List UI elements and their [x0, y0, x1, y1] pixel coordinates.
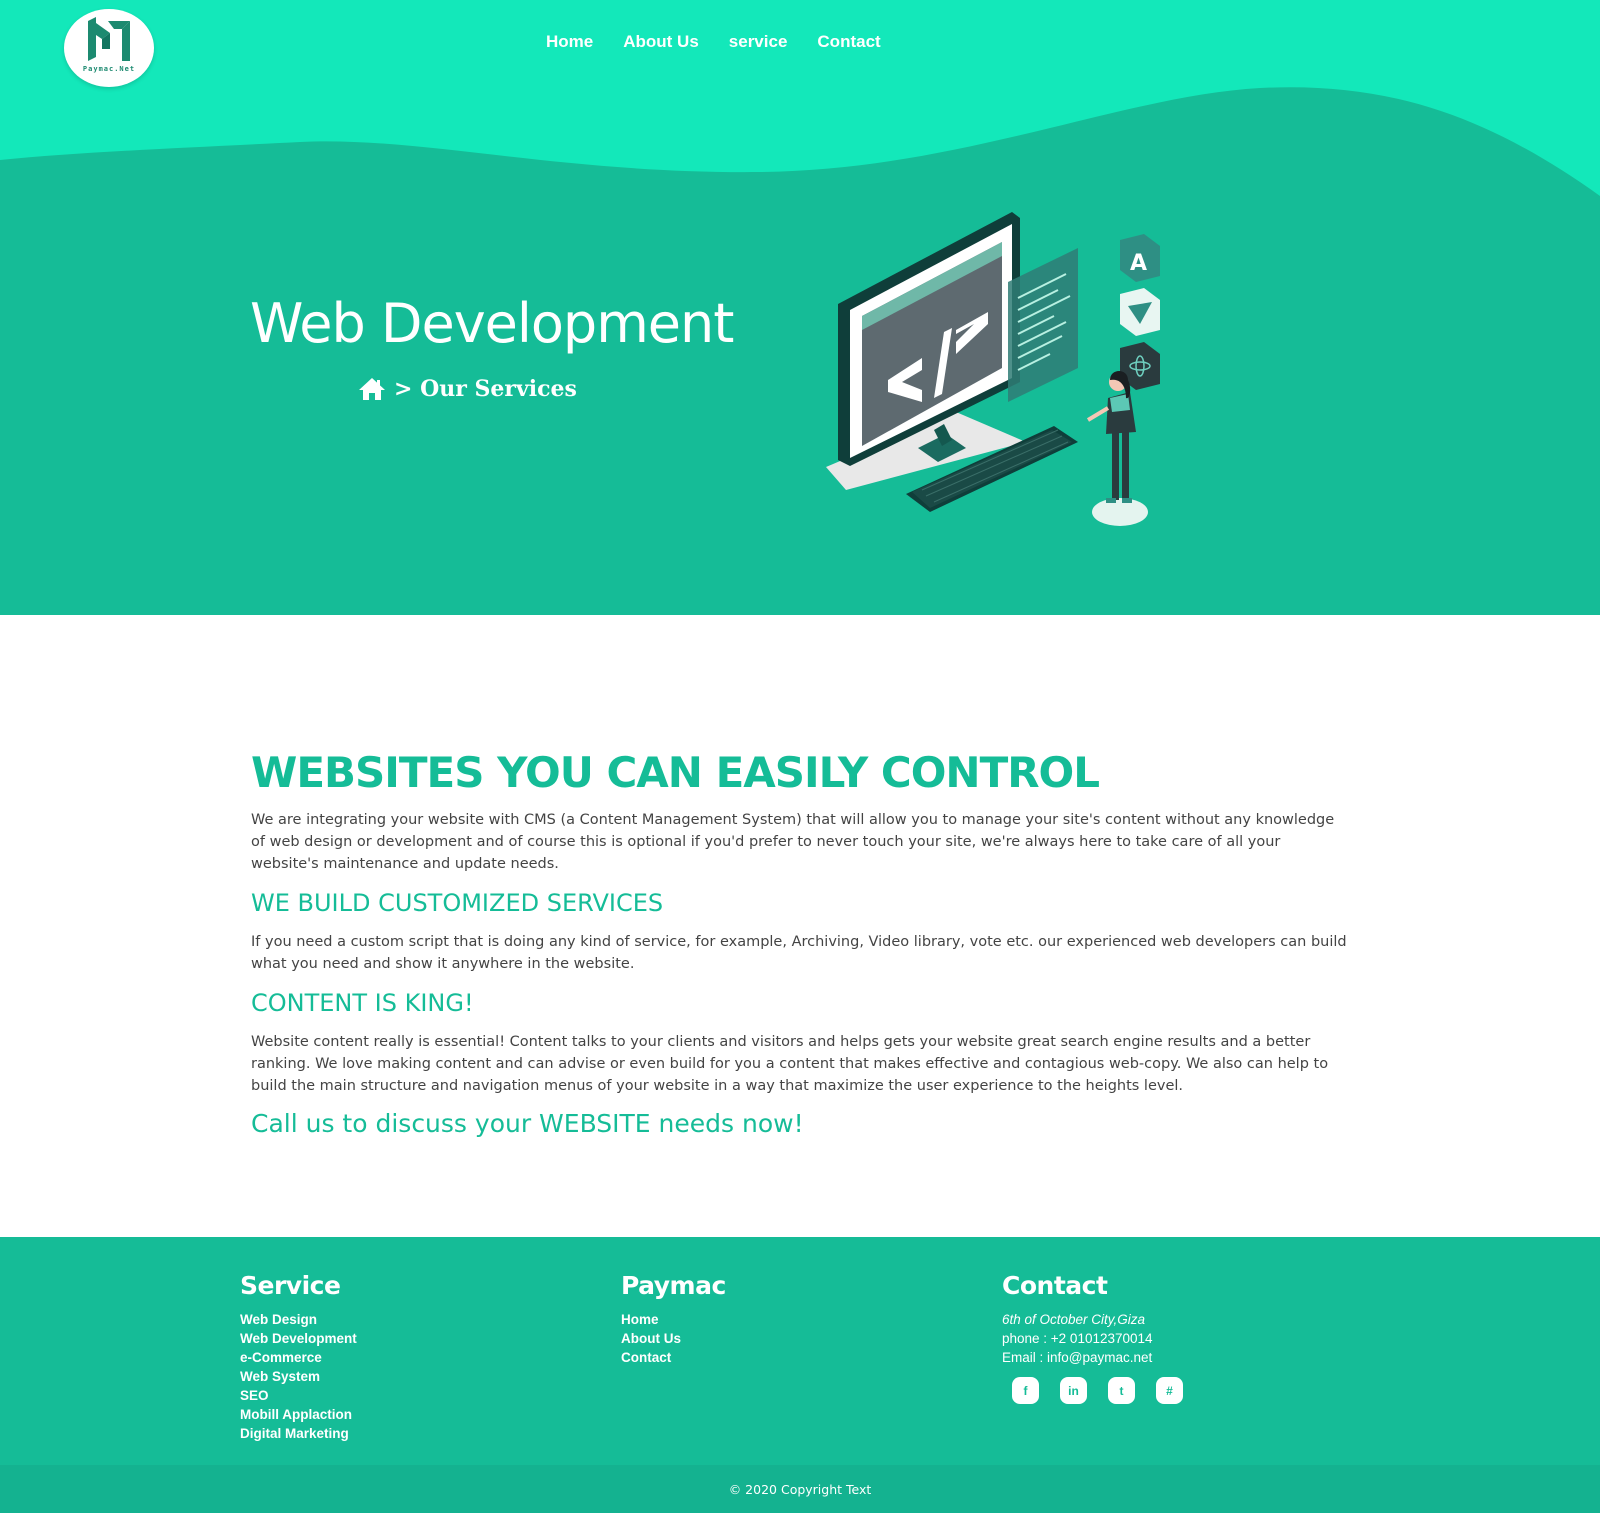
footer-link-seo[interactable]: SEO — [240, 1386, 357, 1405]
logo[interactable]: Paymac.Net — [64, 9, 154, 87]
svg-text:A: A — [1130, 251, 1147, 276]
home-icon[interactable] — [358, 377, 386, 401]
nav-home[interactable]: Home — [546, 32, 593, 52]
footer-paymac-title: Paymac — [621, 1271, 726, 1300]
footer-link-home[interactable]: Home — [621, 1310, 726, 1329]
section-title-customized-services: WE BUILD CUSTOMIZED SERVICES — [251, 889, 664, 917]
footer-link-e-commerce[interactable]: e-Commerce — [240, 1348, 357, 1367]
nav-about-us[interactable]: About Us — [623, 32, 699, 52]
footer: Service Web Design Web Development e-Com… — [0, 1237, 1600, 1465]
web-development-illustration: A — [826, 212, 1160, 526]
nav-contact[interactable]: Contact — [817, 32, 880, 52]
slack-icon[interactable]: # — [1156, 1377, 1183, 1404]
intro-paragraph: We are integrating your website with CMS… — [251, 812, 1335, 872]
twitter-icon[interactable]: t — [1108, 1377, 1135, 1404]
footer-link-web-design[interactable]: Web Design — [240, 1310, 357, 1329]
copyright-text: © 2020 Copyright Text — [728, 1481, 872, 1497]
footer-service-title: Service — [240, 1271, 341, 1300]
facebook-icon[interactable]: f — [1012, 1377, 1039, 1404]
nav-service[interactable]: service — [729, 32, 788, 52]
breadcrumb-current: > Our Services — [394, 376, 577, 402]
footer-link-mobile-application[interactable]: Mobill Applaction — [240, 1405, 357, 1424]
main-nav: Home About Us service Contact — [546, 32, 911, 52]
section-title-content-is-king: CONTENT IS KING! — [251, 989, 474, 1017]
hero-section: Paymac.Net Home About Us service Contact… — [0, 0, 1600, 615]
contact-phone: phone : +2 01012370014 — [1002, 1331, 1153, 1346]
contact-address: 6th of October City,Giza — [1002, 1312, 1146, 1327]
footer-service-column: Service Web Design Web Development e-Com… — [240, 1271, 357, 1443]
logo-mark-icon — [88, 17, 130, 61]
main-heading: WEBSITES YOU CAN EASILY CONTROL — [251, 748, 1100, 797]
copyright-bar: © 2020 Copyright Text — [0, 1465, 1600, 1513]
footer-contact-column: Contact 6th of October City,Giza phone :… — [1002, 1271, 1183, 1404]
footer-link-digital-marketing[interactable]: Digital Marketing — [240, 1424, 357, 1443]
content-is-king-paragraph: Website content really is essential! Con… — [251, 1034, 1329, 1094]
social-links: f in t # — [1012, 1377, 1183, 1404]
call-to-action: Call us to discuss your WEBSITE needs no… — [251, 1109, 804, 1138]
customized-services-paragraph: If you need a custom script that is doin… — [251, 934, 1347, 972]
contact-email: Email : info@paymac.net — [1002, 1350, 1153, 1365]
page-title: Web Development — [250, 292, 734, 355]
footer-link-contact[interactable]: Contact — [621, 1348, 726, 1367]
header-wave — [0, 0, 1600, 196]
footer-link-about-us[interactable]: About Us — [621, 1329, 726, 1348]
footer-link-web-development[interactable]: Web Development — [240, 1329, 357, 1348]
footer-contact-title: Contact — [1002, 1271, 1108, 1300]
main-content: WEBSITES YOU CAN EASILY CONTROL We are i… — [251, 748, 1351, 1138]
footer-paymac-column: Paymac Home About Us Contact — [621, 1271, 726, 1367]
linkedin-icon[interactable]: in — [1060, 1377, 1087, 1404]
footer-link-web-system[interactable]: Web System — [240, 1367, 357, 1386]
breadcrumb: > Our Services — [358, 376, 577, 402]
logo-text: Paymac.Net — [82, 65, 136, 73]
